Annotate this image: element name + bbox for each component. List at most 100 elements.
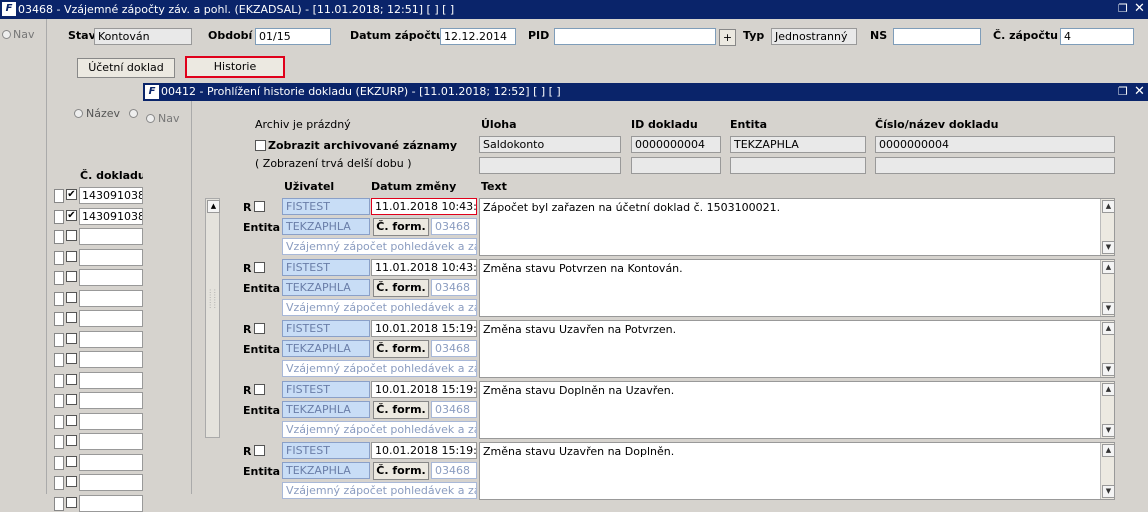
cislo-dokladu-cell[interactable]: [79, 494, 143, 512]
typ-field[interactable]: Jednostranný: [771, 28, 857, 45]
datum-zmeny-field[interactable]: 11.01.2018 10:43:52: [371, 259, 477, 276]
text-scrollbar[interactable]: ▲ ▼: [1100, 382, 1115, 438]
entita-row-field[interactable]: TEKZAPHLA: [282, 401, 370, 418]
row-checkbox[interactable]: [66, 414, 77, 426]
r-checkbox[interactable]: [254, 262, 265, 273]
row-checkbox[interactable]: ✔: [66, 189, 77, 200]
close-icon[interactable]: ✕: [1134, 1, 1145, 16]
row-checkbox[interactable]: [66, 455, 77, 467]
row-selector[interactable]: [54, 455, 64, 470]
row-selector[interactable]: [54, 414, 64, 429]
cform-field[interactable]: 03468: [431, 401, 477, 418]
text-area[interactable]: Změna stavu Potvrzen na Kontován. ▲ ▼: [479, 259, 1115, 317]
cform-field[interactable]: 03468: [431, 279, 477, 296]
cislo-dokladu-cell[interactable]: [79, 310, 143, 327]
cform-button[interactable]: Č. form.: [373, 218, 429, 236]
row-checkbox[interactable]: [66, 230, 77, 241]
text-scroll-down-icon[interactable]: ▼: [1102, 363, 1115, 376]
text-scroll-down-icon[interactable]: ▼: [1102, 485, 1115, 498]
other-radio[interactable]: [129, 109, 138, 118]
text-scroll-up-icon[interactable]: ▲: [1102, 322, 1115, 335]
cislo-dokladu-cell[interactable]: 1430910388: [79, 207, 143, 225]
cform-button[interactable]: Č. form.: [373, 340, 429, 358]
row-selector[interactable]: [54, 476, 64, 490]
popis-field[interactable]: Vzájemný zápočet pohledávek a závazků: [282, 482, 477, 499]
row-checkbox[interactable]: [66, 394, 77, 405]
restore-icon[interactable]: ❐: [1118, 2, 1128, 15]
row-selector[interactable]: [54, 496, 64, 511]
pid-field[interactable]: [554, 28, 716, 45]
row-selector[interactable]: [54, 250, 64, 265]
cislo-dokladu-cell[interactable]: 1430910387: [79, 187, 143, 204]
nav-radio[interactable]: [2, 30, 11, 39]
text-scroll-up-icon[interactable]: ▲: [1102, 200, 1115, 213]
cform-field[interactable]: 03468: [431, 462, 477, 479]
row-selector[interactable]: [54, 189, 64, 203]
datum-zmeny-field[interactable]: 10.01.2018 15:19:02: [371, 442, 477, 459]
row-checkbox[interactable]: [66, 332, 77, 344]
entita-row-field[interactable]: TEKZAPHLA: [282, 218, 370, 235]
row-selector[interactable]: [54, 312, 64, 326]
cislo-zapoctu-field[interactable]: 4: [1060, 28, 1134, 45]
text-area[interactable]: Změna stavu Doplněn na Uzavřen. ▲ ▼: [479, 381, 1115, 439]
nazev-radio[interactable]: [74, 109, 83, 118]
text-area[interactable]: Zápočet byl zařazen na účetní doklad č. …: [479, 198, 1115, 256]
obdobi-field[interactable]: 01/15: [255, 28, 331, 45]
row-selector[interactable]: [54, 373, 64, 388]
row-checkbox[interactable]: [66, 373, 77, 385]
cform-field[interactable]: 03468: [431, 340, 477, 357]
uzivatel-field[interactable]: FISTEST: [282, 381, 370, 398]
row-checkbox[interactable]: [66, 496, 77, 508]
entita-row-field[interactable]: TEKZAPHLA: [282, 279, 370, 296]
text-area[interactable]: Změna stavu Uzavřen na Doplněn. ▲ ▼: [479, 442, 1115, 500]
row-checkbox[interactable]: [66, 353, 77, 364]
datum-zmeny-field[interactable]: 10.01.2018 15:19:33: [371, 320, 477, 337]
cform-button[interactable]: Č. form.: [373, 279, 429, 297]
cform-field[interactable]: 03468: [431, 218, 477, 235]
row-selector[interactable]: [54, 230, 64, 244]
text-scrollbar[interactable]: ▲ ▼: [1100, 321, 1115, 377]
row-checkbox[interactable]: [66, 435, 77, 446]
cislo-dokladu-cell[interactable]: [79, 248, 143, 266]
cislo-dokladu-cell[interactable]: [79, 474, 143, 491]
id-dokladu-field-2[interactable]: [631, 157, 721, 174]
historie-button[interactable]: Historie: [185, 56, 285, 78]
pid-add-button[interactable]: +: [719, 29, 736, 46]
row-selector[interactable]: [54, 209, 64, 224]
cislo-dokladu-cell[interactable]: [79, 289, 143, 307]
popis-field[interactable]: Vzájemný zápočet pohledávek a závazků: [282, 238, 477, 255]
uzivatel-field[interactable]: FISTEST: [282, 442, 370, 459]
row-selector[interactable]: [54, 291, 64, 306]
row-selector[interactable]: [54, 271, 64, 285]
cislo-dokladu-cell[interactable]: [79, 269, 143, 286]
r-checkbox[interactable]: [254, 445, 265, 456]
cislo-dokladu-cell[interactable]: [79, 392, 143, 409]
row-checkbox[interactable]: [66, 291, 77, 303]
datum-zmeny-field[interactable]: 10.01.2018 15:19:28: [371, 381, 477, 398]
cislo-dokladu-cell[interactable]: [79, 228, 143, 245]
inner-restore-icon[interactable]: ❐: [1118, 85, 1128, 98]
row-checkbox[interactable]: [66, 312, 77, 323]
row-selector[interactable]: [54, 353, 64, 367]
ns-field[interactable]: [893, 28, 981, 45]
row-checkbox[interactable]: [66, 476, 77, 487]
text-scrollbar[interactable]: ▲ ▼: [1100, 260, 1115, 316]
r-checkbox[interactable]: [254, 384, 265, 395]
cform-button[interactable]: Č. form.: [373, 401, 429, 419]
row-checkbox[interactable]: [66, 250, 77, 262]
text-scroll-down-icon[interactable]: ▼: [1102, 302, 1115, 315]
row-selector[interactable]: [54, 394, 64, 408]
uloha-field[interactable]: Saldokonto: [479, 136, 621, 153]
uzivatel-field[interactable]: FISTEST: [282, 259, 370, 276]
inner-close-icon[interactable]: ✕: [1134, 84, 1145, 99]
r-checkbox[interactable]: [254, 201, 265, 212]
text-scroll-down-icon[interactable]: ▼: [1102, 424, 1115, 437]
uzivatel-field[interactable]: FISTEST: [282, 320, 370, 337]
cislo-dokladu-cell[interactable]: [79, 453, 143, 471]
cislo-dokladu-cell[interactable]: [79, 412, 143, 430]
row-selector[interactable]: [54, 435, 64, 449]
cislo-nazev-field-2[interactable]: [875, 157, 1115, 174]
text-scroll-up-icon[interactable]: ▲: [1102, 444, 1115, 457]
scroll-up-icon[interactable]: ▲: [207, 200, 220, 213]
entita-row-field[interactable]: TEKZAPHLA: [282, 462, 370, 479]
